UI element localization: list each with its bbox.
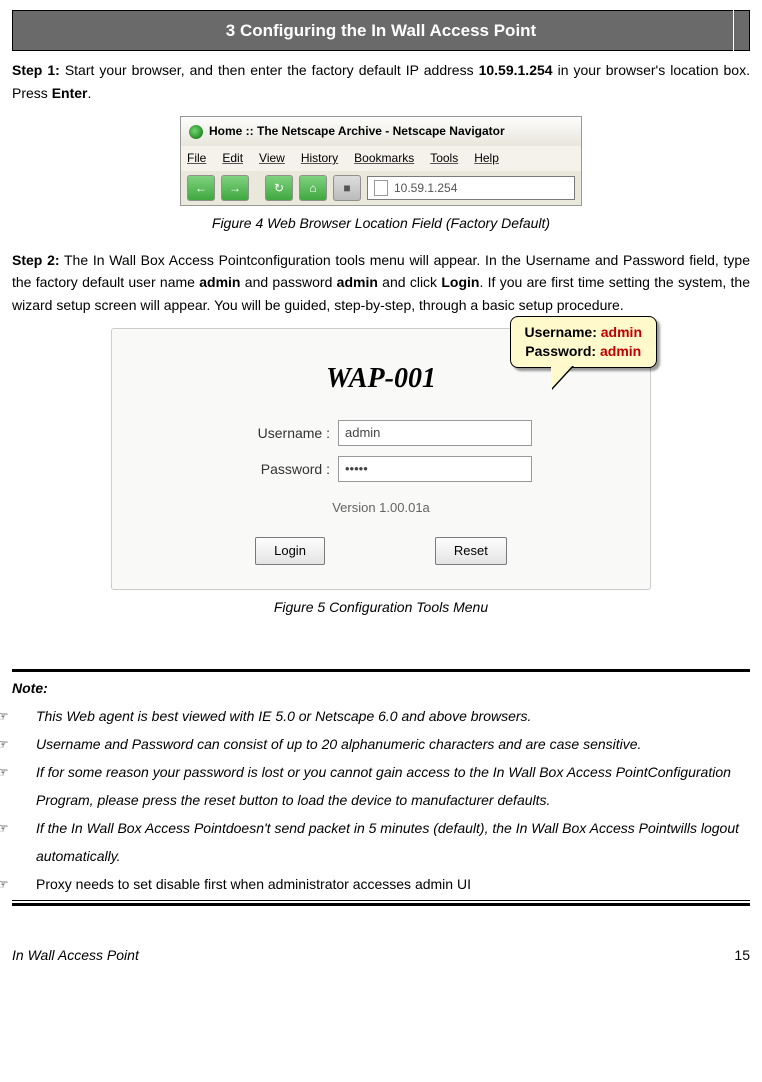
figure-5-caption: Figure 5 Configuration Tools Menu bbox=[12, 596, 750, 618]
login-button[interactable]: Login bbox=[255, 537, 325, 566]
step-1-ip: 10.59.1.254 bbox=[479, 62, 553, 78]
step-1-period: . bbox=[87, 85, 91, 101]
step-2-admin2: admin bbox=[337, 274, 378, 290]
note-item-1: ☞This Web agent is best viewed with IE 5… bbox=[12, 702, 750, 730]
menu-tools[interactable]: Tools bbox=[430, 149, 458, 168]
menu-bookmarks[interactable]: Bookmarks bbox=[354, 149, 414, 168]
callout-pass-label: Password: bbox=[525, 343, 600, 359]
username-row: Username : admin bbox=[132, 420, 630, 446]
step-2-label: Step 2: bbox=[12, 252, 60, 268]
username-input[interactable]: admin bbox=[338, 420, 532, 446]
browser-titlebar: Home :: The Netscape Archive - Netscape … bbox=[181, 117, 581, 146]
divider-mid bbox=[12, 900, 750, 901]
login-figure: Username: admin Password: admin WAP-001 … bbox=[111, 328, 651, 590]
menu-file[interactable]: File bbox=[187, 149, 206, 168]
hand-icon: ☞ bbox=[16, 814, 36, 842]
section-title: 3 Configuring the In Wall Access Point bbox=[226, 21, 536, 40]
note-item-5: ☞Proxy needs to set disable first when a… bbox=[12, 870, 750, 898]
credentials-callout: Username: admin Password: admin bbox=[510, 316, 658, 368]
menu-help[interactable]: Help bbox=[474, 149, 499, 168]
figure-4-caption: Figure 4 Web Browser Location Field (Fac… bbox=[12, 212, 750, 234]
reload-button[interactable]: ↻ bbox=[265, 175, 293, 201]
note-heading: Note: bbox=[12, 680, 48, 696]
step-1-text-a: Start your browser, and then enter the f… bbox=[60, 62, 479, 78]
step-2-text-c: and click bbox=[378, 274, 441, 290]
section-header: 3 Configuring the In Wall Access Point bbox=[12, 10, 750, 51]
hand-icon: ☞ bbox=[16, 730, 36, 758]
callout-tail-icon bbox=[551, 365, 573, 389]
version-text: Version 1.00.01a bbox=[132, 498, 630, 519]
page-icon bbox=[374, 180, 388, 196]
password-label: Password : bbox=[230, 458, 330, 480]
address-value: 10.59.1.254 bbox=[394, 179, 457, 198]
step-2-admin1: admin bbox=[199, 274, 240, 290]
note-item-2: ☞Username and Password can consist of up… bbox=[12, 730, 750, 758]
button-row: Login Reset bbox=[132, 537, 630, 566]
password-row: Password : ••••• bbox=[132, 456, 630, 482]
hand-icon: ☞ bbox=[16, 702, 36, 730]
browser-screenshot: Home :: The Netscape Archive - Netscape … bbox=[180, 116, 582, 206]
note-item-3: ☞If for some reason your password is los… bbox=[12, 758, 750, 814]
callout-user-label: Username: bbox=[525, 324, 601, 340]
callout-user-val: admin bbox=[601, 324, 642, 340]
divider-top bbox=[12, 669, 750, 672]
page-footer: In Wall Access Point 15 bbox=[12, 944, 750, 966]
menu-history[interactable]: History bbox=[301, 149, 338, 168]
step-2-text-b: and password bbox=[240, 274, 336, 290]
footer-left: In Wall Access Point bbox=[12, 944, 139, 966]
divider-bottom bbox=[12, 903, 750, 906]
menu-view[interactable]: View bbox=[259, 149, 285, 168]
browser-title: Home :: The Netscape Archive - Netscape … bbox=[209, 122, 505, 141]
step-1: Step 1: Start your browser, and then ent… bbox=[12, 59, 750, 104]
hand-icon: ☞ bbox=[16, 758, 36, 786]
browser-menubar[interactable]: File Edit View History Bookmarks Tools H… bbox=[181, 146, 581, 171]
hand-icon: ☞ bbox=[16, 870, 36, 898]
address-bar[interactable]: 10.59.1.254 bbox=[367, 176, 575, 200]
note-item-4: ☞If the In Wall Box Access Pointdoesn't … bbox=[12, 814, 750, 870]
reset-button[interactable]: Reset bbox=[435, 537, 507, 566]
forward-button[interactable]: → bbox=[221, 175, 249, 201]
browser-navbar: ← → ↻ ⌂ ■ 10.59.1.254 bbox=[181, 171, 581, 205]
note-block: Note: ☞This Web agent is best viewed wit… bbox=[12, 674, 750, 898]
home-button[interactable]: ⌂ bbox=[299, 175, 327, 201]
callout-pass-val: admin bbox=[600, 343, 641, 359]
step-2: Step 2: The In Wall Box Access Pointconf… bbox=[12, 249, 750, 316]
password-input[interactable]: ••••• bbox=[338, 456, 532, 482]
back-button[interactable]: ← bbox=[187, 175, 215, 201]
menu-edit[interactable]: Edit bbox=[222, 149, 243, 168]
step-2-login: Login bbox=[441, 274, 479, 290]
netscape-icon bbox=[189, 125, 203, 139]
step-1-label: Step 1: bbox=[12, 62, 60, 78]
page-number: 15 bbox=[734, 944, 750, 966]
stop-button[interactable]: ■ bbox=[333, 175, 361, 201]
username-label: Username : bbox=[230, 422, 330, 444]
step-1-enter: Enter bbox=[52, 85, 88, 101]
